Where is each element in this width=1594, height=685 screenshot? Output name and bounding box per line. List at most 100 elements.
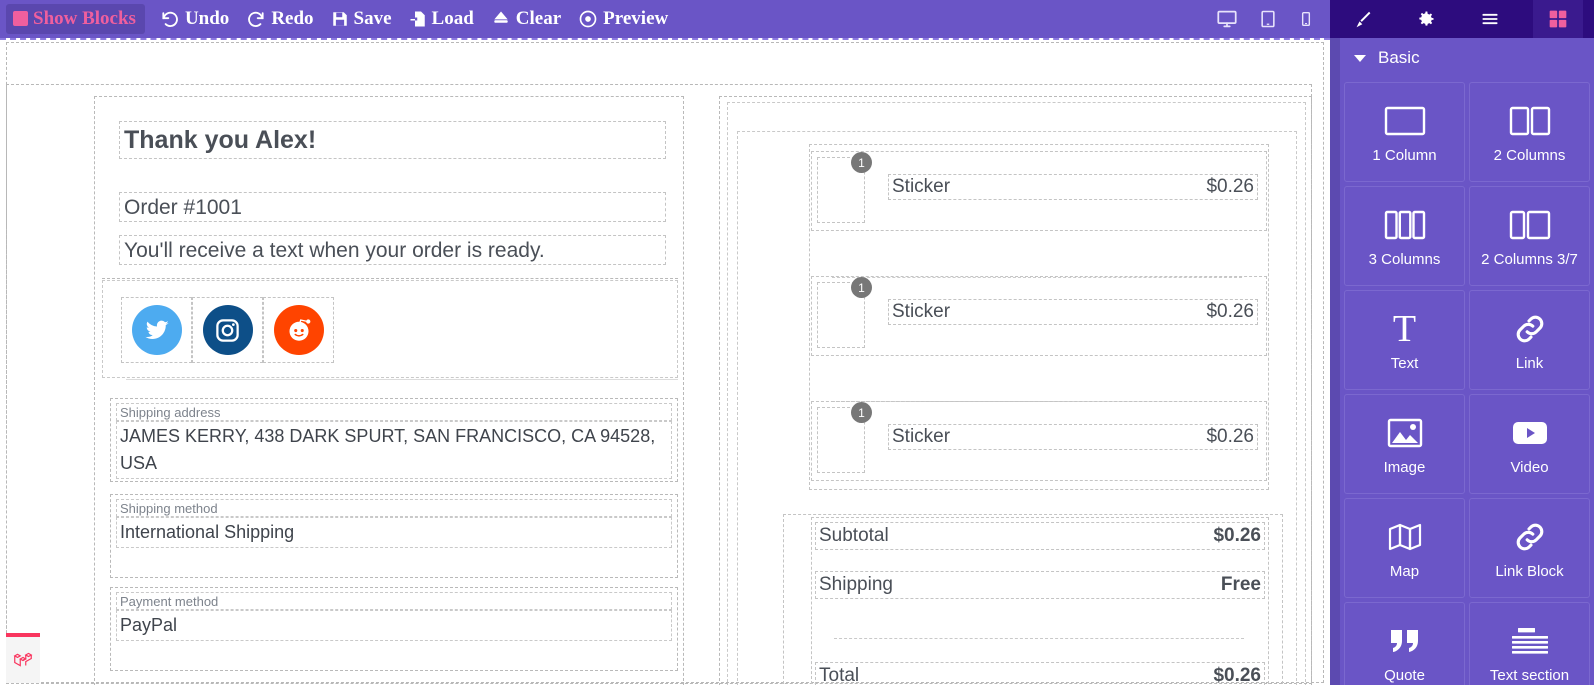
block-label: Video [1510, 458, 1549, 476]
item-name-price-line[interactable]: Sticker $0.26 [888, 424, 1258, 450]
block-category-header[interactable]: Basic [1340, 38, 1594, 78]
laravel-icon [13, 652, 33, 667]
social-icons-section[interactable] [102, 280, 678, 378]
desktop-icon[interactable] [1216, 8, 1238, 30]
item-thumbnail[interactable]: 1 [817, 277, 872, 348]
block-image[interactable]: Image [1344, 394, 1465, 494]
block-category-label: Basic [1378, 48, 1420, 67]
redo-button[interactable]: Redo [238, 5, 322, 34]
redo-icon [246, 9, 266, 29]
block-label: 2 Columns 3/7 [1481, 250, 1578, 268]
eraser-icon [491, 9, 511, 29]
order-number-text[interactable]: Order #1001 [119, 192, 666, 222]
panel-left-edge [1330, 38, 1340, 685]
block-link-block[interactable]: Link Block [1469, 498, 1590, 598]
link-block-icon [1513, 517, 1547, 557]
block-2-columns-37[interactable]: 2 Columns 3/7 [1469, 186, 1590, 286]
image-icon [1387, 413, 1423, 453]
load-button[interactable]: Load [401, 5, 483, 33]
three-columns-icon [1384, 205, 1426, 245]
item-name-price-line[interactable]: Sticker $0.26 [888, 174, 1258, 200]
tablet-icon[interactable] [1258, 8, 1278, 30]
chevron-down-icon [1354, 54, 1366, 62]
block-label: Quote [1384, 666, 1425, 684]
payment-method-value[interactable]: PayPal [116, 610, 672, 641]
reddit-icon [273, 305, 324, 355]
brush-icon[interactable] [1341, 0, 1383, 38]
panel-switcher [1330, 0, 1594, 38]
blocks-icon[interactable] [1533, 0, 1583, 38]
block-3-columns[interactable]: 3 Columns [1344, 186, 1465, 286]
thank-you-heading[interactable]: Thank you Alex! [119, 121, 666, 159]
shipping-row[interactable]: Shipping Free [815, 571, 1265, 599]
shipping-value: Free [1220, 574, 1261, 595]
item-quantity-badge: 1 [851, 277, 872, 298]
block-text-section[interactable]: Text section [1469, 602, 1590, 685]
item-quantity-badge: 1 [851, 152, 872, 173]
top-toolbar: Show Blocks Undo Redo Save Load Clear Pr… [0, 0, 1594, 38]
shipping-address-value[interactable]: JAMES KERRY, 438 DARK SPURT, SAN FRANCIS… [116, 421, 672, 479]
left-column-block[interactable]: Thank you Alex! Order #1001 You'll recei… [94, 96, 684, 685]
layers-icon[interactable] [1469, 0, 1511, 38]
save-button[interactable]: Save [323, 5, 401, 33]
gear-icon[interactable] [1405, 0, 1447, 38]
show-blocks-button[interactable]: Show Blocks [6, 4, 145, 34]
section-divider [126, 379, 678, 380]
order-item-row[interactable]: 1 Sticker $0.26 [811, 401, 1267, 481]
shipping-method-section[interactable]: Shipping method International Shipping [110, 494, 678, 578]
clear-button[interactable]: Clear [483, 5, 570, 34]
social-separator [102, 278, 678, 279]
order-item-row[interactable]: 1 Sticker $0.26 [811, 151, 1267, 231]
social-cell-reddit[interactable] [263, 297, 334, 363]
social-icons-row [121, 297, 334, 363]
clear-label: Clear [515, 8, 562, 29]
show-blocks-label: Show Blocks [33, 8, 136, 29]
item-price: $0.26 [1206, 426, 1254, 447]
order-summary-inner: 1 Sticker $0.26 1 Sticker $0.26 1 Sticke… [737, 131, 1297, 685]
item-price: $0.26 [1206, 176, 1254, 197]
blocks-panel: Basic 1 Column 2 Columns 3 Columns 2 Col… [1330, 38, 1594, 685]
block-link[interactable]: Link [1469, 290, 1590, 390]
undo-button[interactable]: Undo [152, 5, 238, 34]
item-thumbnail[interactable]: 1 [817, 152, 872, 223]
block-label: Image [1383, 458, 1426, 476]
payment-method-label: Payment method [116, 592, 672, 610]
block-1-column[interactable]: 1 Column [1344, 82, 1465, 182]
order-item-row[interactable]: 1 Sticker $0.26 [811, 276, 1267, 356]
undo-label: Undo [184, 8, 230, 29]
right-column-block[interactable]: 1 Sticker $0.26 1 Sticker $0.26 1 Sticke… [719, 96, 1312, 685]
shipping-method-value[interactable]: International Shipping [116, 517, 672, 548]
block-map[interactable]: Map [1344, 498, 1465, 598]
block-quote[interactable]: Quote [1344, 602, 1465, 685]
social-cell-twitter[interactable] [121, 297, 192, 363]
shipping-address-label: Shipping address [116, 403, 672, 421]
text-section-icon [1510, 621, 1550, 661]
blocks-swatch-icon [13, 11, 28, 26]
order-ready-text[interactable]: You'll receive a text when your order is… [119, 235, 666, 265]
item-price: $0.26 [1206, 301, 1254, 322]
order-items-list[interactable]: 1 Sticker $0.26 1 Sticker $0.26 1 Sticke… [809, 144, 1269, 490]
social-cell-instagram[interactable] [192, 297, 263, 363]
block-text[interactable]: T Text [1344, 290, 1465, 390]
preview-button[interactable]: Preview [570, 5, 677, 34]
block-label: Link Block [1495, 562, 1564, 580]
shipping-address-section[interactable]: Shipping address JAMES KERRY, 438 DARK S… [110, 398, 678, 482]
editor-canvas[interactable]: Thank you Alex! Order #1001 You'll recei… [0, 38, 1330, 685]
twitter-icon [131, 305, 182, 355]
payment-method-section[interactable]: Payment method PayPal [110, 587, 678, 671]
item-name-price-line[interactable]: Sticker $0.26 [888, 299, 1258, 325]
subtotal-row[interactable]: Subtotal $0.26 [815, 522, 1265, 550]
save-icon [331, 10, 349, 28]
item-thumbnail[interactable]: 1 [817, 402, 872, 473]
block-2-columns[interactable]: 2 Columns [1469, 82, 1590, 182]
block-video[interactable]: Video [1469, 394, 1590, 494]
mobile-icon[interactable] [1298, 8, 1314, 30]
link-icon [1513, 309, 1547, 349]
two-columns-37-icon [1509, 205, 1551, 245]
order-totals-block[interactable]: Subtotal $0.26 Shipping Free Total $0.26 [783, 514, 1283, 685]
item-name: Sticker [892, 426, 951, 447]
block-label: 3 Columns [1368, 250, 1441, 268]
device-switcher [1216, 0, 1330, 38]
total-row[interactable]: Total $0.26 [815, 662, 1265, 685]
block-label: Text [1390, 354, 1419, 372]
